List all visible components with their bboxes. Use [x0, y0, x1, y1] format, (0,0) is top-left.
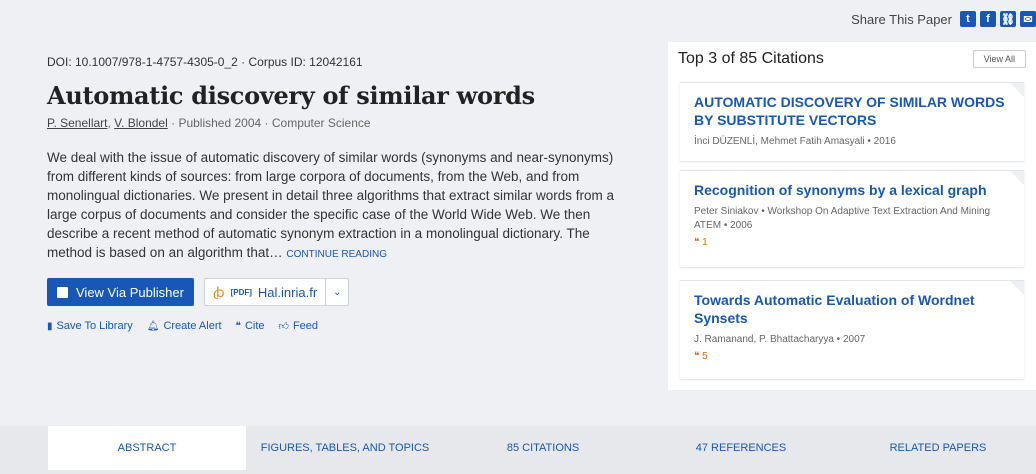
corpus-id: Corpus ID: 12042161	[248, 55, 363, 69]
pdf-tag: [PDF]	[230, 287, 252, 297]
abstract-text: We deal with the issue of automatic disc…	[47, 148, 622, 264]
citation-meta: J. Ramanand, P. Bhattacharyya • 2007	[694, 334, 866, 345]
save-to-library-label: Save To Library	[56, 320, 133, 332]
abstract-body: We deal with the issue of automatic disc…	[47, 150, 614, 260]
bookmark-icon: ▮	[47, 320, 53, 332]
citation-title[interactable]: Recognition of synonyms by a lexical gra…	[694, 181, 1010, 199]
paper-details: DOI: 10.1007/978-1-4757-4305-0_2 · Corpu…	[47, 55, 622, 332]
mail-icon[interactable]: ✉	[1020, 11, 1036, 27]
view-via-publisher-label: View Via Publisher	[76, 284, 184, 300]
citation-card[interactable]: AUTOMATIC DISCOVERY OF SIMILAR WORDS BY …	[680, 82, 1024, 161]
tab-abstract[interactable]: ABSTRACT	[48, 426, 246, 470]
continue-reading-link[interactable]: CONTINUE READING	[286, 249, 387, 260]
create-alert-link[interactable]: 🔔︎ Create Alert	[147, 320, 222, 332]
share-bar: Share This Paper t f ⛓ ✉	[851, 8, 1036, 30]
citation-title[interactable]: Towards Automatic Evaluation of Wordnet …	[694, 291, 1010, 327]
paper-byline: P. Senellart, V. Blondel · Published 200…	[47, 116, 371, 130]
paper-meta: DOI: 10.1007/978-1-4757-4305-0_2 · Corpu…	[47, 55, 363, 69]
link-icon[interactable]: ⛓	[1000, 11, 1016, 27]
author-link[interactable]: V. Blondel	[114, 116, 168, 130]
pdf-link[interactable]: ꞗ [PDF] Hal.inria.fr	[205, 283, 325, 302]
citation-meta: İnci DÜZENLİ, Mehmet Fatih Amasyali • 20…	[694, 136, 896, 147]
quote-icon: ❝	[694, 237, 703, 248]
citations-panel: Top 3 of 85 Citations View All AUTOMATIC…	[668, 42, 1036, 390]
twitter-icon[interactable]: t	[960, 11, 976, 27]
tab-related-papers[interactable]: RELATED PAPERS	[840, 426, 1036, 470]
citation-count-value: 5	[702, 351, 708, 362]
cite-label: Cite	[244, 320, 265, 332]
view-all-button[interactable]: View All	[972, 50, 1026, 68]
citation-card[interactable]: Recognition of synonyms by a lexical gra…	[680, 170, 1024, 267]
citation-title[interactable]: AUTOMATIC DISCOVERY OF SIMILAR WORDS BY …	[694, 93, 1010, 129]
quote-icon: ❝	[694, 351, 703, 362]
tab-references[interactable]: 47 REFERENCES	[642, 426, 840, 470]
facebook-icon[interactable]: f	[980, 11, 996, 27]
doi: DOI: 10.1007/978-1-4757-4305-0_2	[47, 55, 238, 69]
citations-title: Top 3 of 85 Citations	[678, 50, 824, 67]
open-access-icon: ꞗ	[212, 283, 225, 300]
chevron-down-icon[interactable]: ⌄	[325, 279, 348, 305]
external-link-icon	[57, 286, 68, 298]
card-corner	[1010, 171, 1024, 185]
citation-card[interactable]: Towards Automatic Evaluation of Wordnet …	[680, 280, 1024, 379]
citation-meta: Peter Siniakov • Workshop On Adaptive Te…	[694, 206, 991, 231]
citation-count: ❝ 5	[694, 351, 1010, 362]
thumbs-up-icon: 👍︎	[278, 321, 289, 332]
pdf-source: Hal.inria.fr	[257, 284, 318, 300]
feed-label: Feed	[292, 320, 319, 332]
paper-tabs: ABSTRACT FIGURES, TABLES, AND TOPICS 85 …	[0, 426, 1036, 474]
card-corner	[1010, 83, 1024, 97]
tab-figures[interactable]: FIGURES, TABLES, AND TOPICS	[246, 426, 444, 470]
author-link[interactable]: P. Senellart	[47, 116, 108, 130]
paper-actions: View Via Publisher ꞗ [PDF] Hal.inria.fr …	[47, 278, 622, 306]
card-corner	[1010, 281, 1024, 295]
bell-icon: 🔔︎	[146, 320, 160, 332]
share-label: Share This Paper	[851, 11, 952, 27]
citation-count: ❝ 1	[694, 237, 1010, 248]
citation-count-value: 1	[702, 237, 708, 248]
view-via-publisher-button[interactable]: View Via Publisher	[47, 278, 194, 306]
paper-title: Automatic discovery of similar words	[47, 81, 535, 110]
create-alert-label: Create Alert	[163, 320, 222, 332]
published-date: Published 2004	[178, 116, 262, 130]
citations-header: Top 3 of 85 Citations View All	[668, 42, 1036, 68]
feed-link[interactable]: 👍︎ Feed	[279, 320, 319, 332]
paper-links: ▮ Save To Library 🔔︎ Create Alert ❝ Cite 👍︎…	[47, 320, 622, 332]
field-of-study: Computer Science	[271, 116, 371, 130]
cite-link[interactable]: ❝ Cite	[236, 320, 265, 332]
pdf-button-group: ꞗ [PDF] Hal.inria.fr ⌄	[203, 278, 350, 306]
quote-icon: ❝	[235, 320, 241, 332]
tab-citations[interactable]: 85 CITATIONS	[444, 426, 642, 470]
save-to-library-link[interactable]: ▮ Save To Library	[47, 320, 133, 332]
